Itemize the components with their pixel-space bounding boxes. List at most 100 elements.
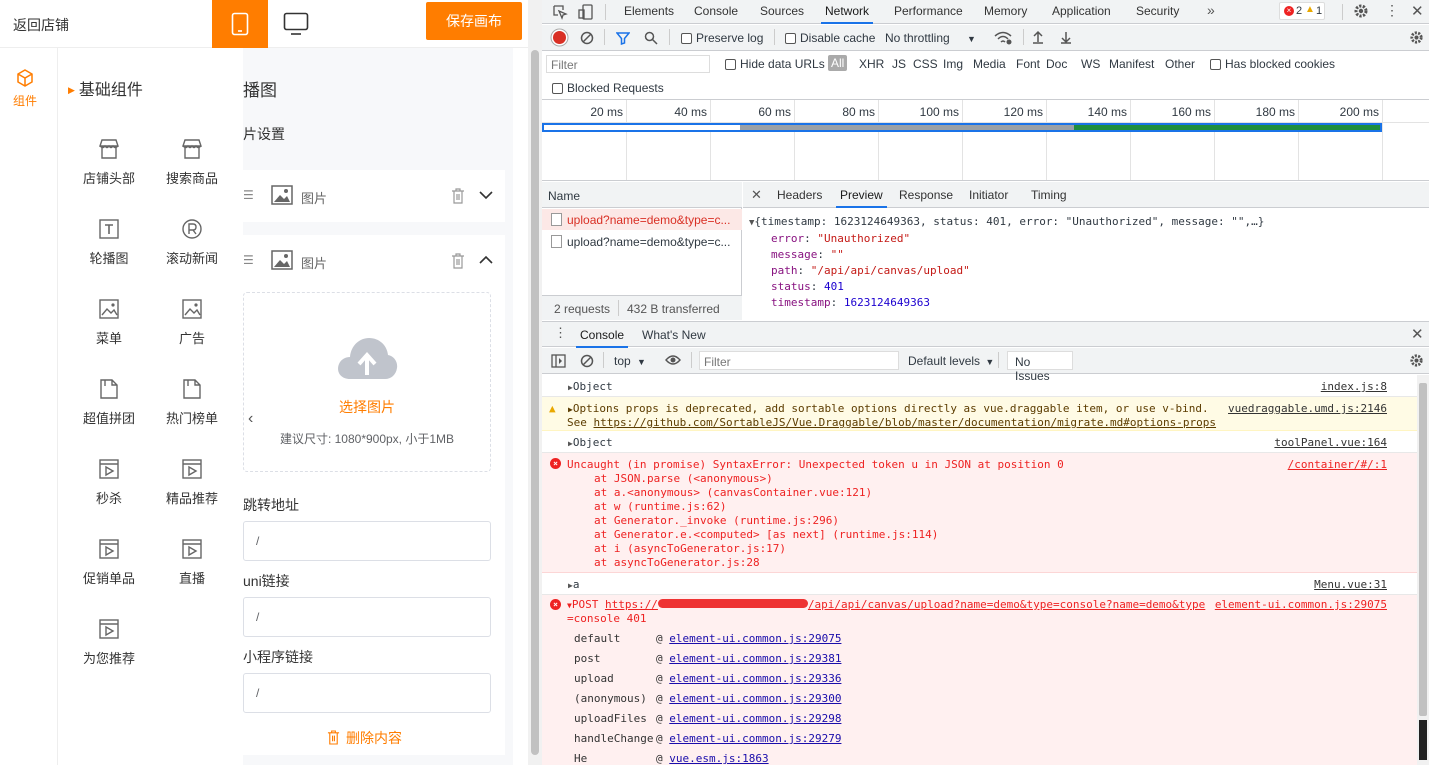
desktop-view-button[interactable] bbox=[268, 0, 324, 48]
network-filter-input[interactable]: Filter bbox=[546, 55, 710, 73]
console-message-warning[interactable]: ▲ ▶Options props is deprecated, add sort… bbox=[542, 397, 1417, 431]
type-filter-other[interactable]: Other bbox=[1165, 57, 1195, 71]
console-filter-input[interactable]: Filter bbox=[699, 351, 899, 370]
detail-tab-response[interactable]: Response bbox=[899, 188, 953, 202]
clear-console-icon[interactable] bbox=[580, 354, 594, 368]
stack-frame[interactable]: at w (runtime.js:62) bbox=[594, 500, 938, 514]
type-filter-xhr[interactable]: XHR bbox=[859, 57, 884, 71]
record-button[interactable] bbox=[553, 31, 566, 44]
preview-property[interactable]: message: "" bbox=[749, 247, 1264, 263]
miniprogram-link-input[interactable]: / bbox=[243, 673, 491, 713]
console-scrollbar[interactable] bbox=[1417, 375, 1429, 765]
disable-cache-checkbox[interactable]: Disable cache bbox=[785, 31, 875, 45]
stack-frame[interactable]: at JSON.parse (<anonymous>) bbox=[594, 472, 938, 486]
call-frame[interactable]: default @ element-ui.common.js:29075 bbox=[574, 629, 841, 649]
network-overview[interactable]: 20 ms 40 ms 60 ms 80 ms 100 ms 120 ms 140 ms 16… bbox=[542, 100, 1429, 181]
drag-handle-icon[interactable]: ☰ bbox=[243, 253, 254, 267]
preview-property[interactable]: status: 401 bbox=[749, 279, 1264, 295]
component-item[interactable]: 促销单品 bbox=[69, 538, 149, 587]
settings-gear-icon[interactable] bbox=[1353, 3, 1369, 19]
scrollbar-thumb[interactable] bbox=[1419, 383, 1427, 716]
source-link[interactable]: /container/#/:1 bbox=[1288, 458, 1387, 471]
call-frame[interactable]: He @ vue.esm.js:1863 bbox=[574, 749, 841, 765]
filter-funnel-icon[interactable] bbox=[616, 31, 630, 45]
component-item[interactable]: 为您推荐 bbox=[69, 618, 149, 667]
tab-performance[interactable]: Performance bbox=[894, 4, 963, 18]
call-frame[interactable]: handleChange @ element-ui.common.js:29279 bbox=[574, 729, 841, 749]
search-icon[interactable] bbox=[644, 31, 658, 45]
blocked-cookies-checkbox[interactable]: Has blocked cookies bbox=[1210, 57, 1335, 71]
detail-tab-headers[interactable]: Headers bbox=[777, 188, 822, 202]
type-filter-ws[interactable]: WS bbox=[1081, 57, 1100, 71]
tab-network[interactable]: Network bbox=[820, 4, 874, 24]
choose-image-link[interactable]: 选择图片 bbox=[244, 397, 490, 417]
component-item[interactable]: 热门榜单 bbox=[152, 378, 232, 427]
component-item[interactable]: 搜索商品 bbox=[152, 138, 232, 187]
detail-tab-initiator[interactable]: Initiator bbox=[969, 188, 1008, 202]
more-tabs-button[interactable]: » bbox=[1207, 2, 1215, 18]
tab-sources[interactable]: Sources bbox=[760, 4, 804, 18]
post-url-link[interactable]: https:///api/api/canvas/upload?name=demo… bbox=[605, 598, 1205, 611]
import-har-icon[interactable] bbox=[1032, 30, 1044, 44]
call-frame[interactable]: (anonymous) @ element-ui.common.js:29300 bbox=[574, 689, 841, 709]
console-message-log[interactable]: ▶a Menu.vue:31 bbox=[542, 573, 1417, 595]
scrollbar-thumb-active[interactable] bbox=[1419, 720, 1427, 760]
source-link[interactable]: toolPanel.vue:164 bbox=[1274, 436, 1387, 449]
kebab-menu-icon[interactable]: ⋮ bbox=[1385, 2, 1399, 19]
export-har-icon[interactable] bbox=[1060, 30, 1072, 44]
type-filter-doc[interactable]: Doc bbox=[1046, 57, 1067, 71]
component-item[interactable]: 直播 bbox=[152, 538, 232, 587]
scrollbar-thumb[interactable] bbox=[531, 50, 539, 755]
preserve-log-checkbox[interactable]: Preserve log bbox=[681, 31, 763, 45]
log-levels-select[interactable]: Default levels ▼ bbox=[908, 354, 994, 368]
console-message-log[interactable]: ▶Object toolPanel.vue:164 bbox=[542, 431, 1417, 453]
type-filter-css[interactable]: CSS bbox=[913, 57, 938, 71]
preview-root[interactable]: ▼{timestamp: 1623124649363, status: 401,… bbox=[749, 214, 1264, 231]
console-message-network-error[interactable]: × ▼POST https:///api/api/canvas/upload?n… bbox=[542, 595, 1417, 765]
wifi-icon[interactable] bbox=[994, 31, 1012, 45]
request-row[interactable]: upload?name=demo&type=c... bbox=[542, 209, 742, 230]
tab-memory[interactable]: Memory bbox=[984, 4, 1027, 18]
console-message-log[interactable]: ▶Object index.js:8 bbox=[542, 375, 1417, 397]
console-settings-gear-icon[interactable] bbox=[1409, 353, 1424, 368]
component-item[interactable]: 广告 bbox=[152, 298, 232, 347]
stack-frame[interactable]: at Generator._invoke (runtime.js:296) bbox=[594, 514, 938, 528]
request-row[interactable]: upload?name=demo&type=c... bbox=[542, 231, 742, 252]
chevron-up-icon[interactable] bbox=[479, 255, 493, 265]
editor-scrollbar[interactable] bbox=[528, 0, 542, 765]
image-upload-area[interactable]: ‹ 选择图片 建议尺寸: 1080*900px, 小于1MB bbox=[243, 292, 491, 472]
device-toolbar-icon[interactable] bbox=[578, 4, 594, 20]
component-item[interactable]: 菜单 bbox=[69, 298, 149, 347]
drawer-tab-console[interactable]: Console bbox=[575, 328, 629, 348]
preview-property[interactable]: timestamp: 1623124649363 bbox=[749, 295, 1264, 311]
stack-frame[interactable]: at asyncToGenerator.js:28 bbox=[594, 556, 938, 570]
component-item[interactable]: 滚动新闻 bbox=[152, 218, 232, 267]
inspect-element-icon[interactable] bbox=[552, 4, 568, 20]
sidebar-toggle-icon[interactable] bbox=[551, 354, 566, 368]
close-drawer-icon[interactable]: ✕ bbox=[1411, 325, 1424, 343]
issues-counter[interactable]: × 2 ▲ 1 bbox=[1279, 2, 1325, 20]
tab-security[interactable]: Security bbox=[1136, 4, 1179, 18]
delete-content-button[interactable]: 删除内容 bbox=[327, 728, 402, 748]
type-filter-media[interactable]: Media bbox=[973, 57, 1006, 71]
blocked-requests-checkbox[interactable]: Blocked Requests bbox=[552, 81, 664, 95]
context-select[interactable]: top ▼ bbox=[614, 354, 646, 368]
eye-icon[interactable] bbox=[665, 354, 681, 366]
detail-tab-timing[interactable]: Timing bbox=[1031, 188, 1067, 202]
back-to-store-link[interactable]: 返回店铺 bbox=[13, 15, 69, 35]
uni-link-input[interactable]: / bbox=[243, 597, 491, 637]
trash-icon[interactable] bbox=[451, 188, 465, 204]
type-filter-all[interactable]: All bbox=[828, 55, 848, 71]
image-item-collapsed[interactable]: ☰ 图片 bbox=[243, 170, 505, 222]
drawer-menu-icon[interactable]: ⋮ bbox=[554, 325, 567, 341]
close-detail-icon[interactable]: ✕ bbox=[751, 187, 762, 203]
issues-button[interactable]: No Issues bbox=[1007, 351, 1073, 383]
call-frame[interactable]: upload @ element-ui.common.js:29336 bbox=[574, 669, 841, 689]
call-frame[interactable]: uploadFiles @ element-ui.common.js:29298 bbox=[574, 709, 841, 729]
name-column-header[interactable]: Name bbox=[542, 182, 742, 208]
trash-icon[interactable] bbox=[451, 253, 465, 269]
tab-application[interactable]: Application bbox=[1052, 4, 1111, 18]
type-filter-manifest[interactable]: Manifest bbox=[1109, 57, 1154, 71]
preview-property[interactable]: path: "/api/api/canvas/upload" bbox=[749, 263, 1264, 279]
source-link[interactable]: vuedraggable.umd.js:2146 bbox=[1228, 402, 1387, 415]
